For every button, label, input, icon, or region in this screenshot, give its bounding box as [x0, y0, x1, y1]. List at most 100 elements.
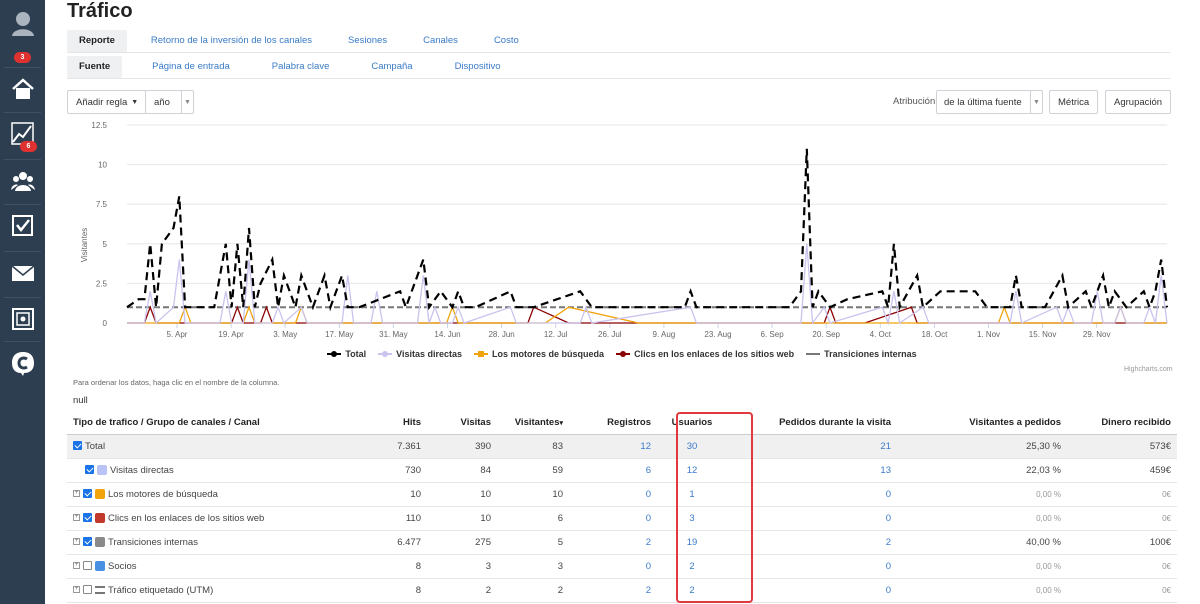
expand-icon[interactable]: +	[73, 586, 80, 594]
column-header[interactable]: Registros	[569, 412, 657, 435]
cell-usuarios[interactable]: 2	[657, 578, 727, 603]
column-header[interactable]: Visitas	[427, 412, 497, 435]
row-checkbox[interactable]	[73, 441, 82, 451]
grouping-button[interactable]: Agrupación	[1105, 90, 1172, 114]
cell-pedidos[interactable]: 0	[727, 554, 897, 579]
cell-usuarios[interactable]: 19	[657, 530, 727, 555]
x-tick-label: 9. Aug	[653, 330, 676, 339]
legend-item[interactable]: Clics en los enlaces de los sitios web	[616, 349, 794, 359]
cell-dinero-value: 0€	[1162, 489, 1171, 499]
column-header[interactable]: Tipo de trafico / Grupo de canales / Can…	[67, 412, 367, 435]
sidebar-item-users[interactable]	[0, 160, 45, 204]
tab-costo[interactable]: Costo	[482, 30, 531, 52]
cell-pedidos[interactable]: 13	[727, 458, 897, 483]
attribution-select[interactable]: de la última fuente ▼	[936, 90, 1043, 114]
row-checkbox[interactable]	[83, 585, 92, 595]
users-icon	[10, 169, 35, 195]
row-checkbox[interactable]	[83, 561, 92, 571]
sidebar: 36	[0, 0, 45, 604]
sidebar-item-user-avatar[interactable]	[0, 0, 45, 45]
y-tick-label: 7.5	[96, 200, 108, 209]
period-select[interactable]: año ▼	[145, 90, 194, 114]
row-checkbox[interactable]	[83, 489, 92, 499]
expand-icon[interactable]: +	[73, 514, 80, 522]
cell-registros[interactable]: 2	[569, 530, 657, 555]
column-header[interactable]: Visitantes a pedidos	[897, 412, 1067, 435]
column-header[interactable]: Pedidos durante la visita	[727, 412, 897, 435]
cell-registros[interactable]: 6	[569, 458, 657, 483]
legend-marker	[474, 349, 489, 359]
sidebar-item-mail[interactable]	[0, 252, 45, 296]
cell-registros[interactable]: 2	[569, 578, 657, 603]
column-header[interactable]: Visitantes▾	[497, 412, 569, 435]
table-row[interactable]: Total 7.361 390 83 12 30 21 25,30 % 573€	[67, 434, 1177, 459]
expand-icon[interactable]: +	[73, 562, 80, 570]
table-row[interactable]: Visitas directas 730 84 59 6 12 13 22,03 % 459€	[67, 458, 1177, 483]
cell-registros[interactable]: 12	[569, 434, 657, 459]
tab-retorno[interactable]: Retorno de la inversión de los canales	[139, 30, 324, 52]
expand-icon[interactable]: +	[73, 490, 80, 498]
cell-usuarios[interactable]: 1	[657, 482, 727, 507]
sidebar-item-home[interactable]	[0, 68, 45, 112]
add-rule-dropdown[interactable]: Añadir regla ▼	[67, 90, 148, 114]
sidebar-item-brand-c[interactable]	[0, 342, 45, 386]
x-tick-label: 12. Jul	[544, 330, 568, 339]
cell-visitas: 275	[427, 530, 497, 555]
cell-pedidos[interactable]: 2	[727, 530, 897, 555]
legend-item[interactable]: Visitas directas	[378, 349, 462, 359]
subtab-campaña[interactable]: Campaña	[359, 56, 424, 78]
cell-visitantes-value: 6	[557, 512, 563, 524]
cell-pedidos[interactable]: 0	[727, 578, 897, 603]
cell-pedidos[interactable]: 0	[727, 506, 897, 531]
cell-hits-value: 7.361	[397, 440, 421, 452]
subtab-página[interactable]: Página de entrada	[140, 56, 242, 78]
legend-item[interactable]: Los motores de búsqueda	[474, 349, 604, 359]
y-tick-label: 12.5	[91, 121, 107, 130]
subtab-palabra[interactable]: Palabra clave	[260, 56, 342, 78]
cell-registros[interactable]: 0	[569, 506, 657, 531]
y-tick-label: 5	[103, 240, 108, 249]
row-checkbox[interactable]	[85, 465, 94, 475]
table-row[interactable]: + Socios 8 3 3 0 2 0 0,00 % 0€	[67, 554, 1177, 579]
legend-item[interactable]: Transiciones internas	[806, 349, 917, 359]
cell-registros[interactable]: 0	[569, 482, 657, 507]
row-checkbox[interactable]	[83, 513, 92, 523]
column-header[interactable]: Usuarios	[657, 412, 727, 435]
cell-hits: 7.361	[367, 434, 427, 459]
metric-button[interactable]: Métrica	[1049, 90, 1099, 114]
caret-down-icon: ▼	[1030, 91, 1042, 113]
legend-item[interactable]: Total	[327, 349, 366, 359]
tab-sesiones[interactable]: Sesiones	[336, 30, 399, 52]
expand-icon[interactable]: +	[73, 538, 80, 546]
cell-pedidos[interactable]: 21	[727, 434, 897, 459]
direct-icon	[97, 464, 107, 475]
table-row[interactable]: + Tráfico etiquetado (UTM) 8 2 2 2 2 0 0,00 % 0€	[67, 578, 1177, 603]
cell-hits-value: 10	[410, 488, 421, 500]
traffic-line-chart: 0 2.5 5 7.5 10 12.5 Visitantes 5. Apr 19. Apr 3. …	[80, 121, 1169, 339]
cell-usuarios[interactable]: 2	[657, 554, 727, 579]
cell-visitantes-value: 10	[552, 488, 563, 500]
row-checkbox[interactable]	[83, 537, 92, 547]
legend-line	[806, 353, 821, 355]
cell-pedidos-value: 0	[885, 512, 891, 524]
table-row[interactable]: + Clics en los enlaces de los sitios web 1…	[67, 506, 1177, 531]
cell-usuarios[interactable]: 3	[657, 506, 727, 531]
cell-registros[interactable]: 0	[569, 554, 657, 579]
table-row[interactable]: + Los motores de búsqueda 10 10 10 0 1 0 0,00 % 0…	[67, 482, 1177, 507]
cell-usuarios[interactable]: 12	[657, 458, 727, 483]
subtab-dispositivo[interactable]: Dispositivo	[443, 56, 513, 78]
tab-canales[interactable]: Canales	[411, 30, 470, 52]
sidebar-item-tasks-checkbox[interactable]	[0, 205, 45, 249]
tab-reporte[interactable]: Reporte	[67, 30, 127, 52]
cell-usuarios[interactable]: 30	[657, 434, 727, 459]
cell-registros-value: 0	[645, 488, 651, 500]
cell-registros-value: 0	[645, 560, 651, 572]
subtab-fuente[interactable]: Fuente	[67, 56, 123, 78]
sidebar-item-safe[interactable]	[0, 298, 45, 342]
cell-pedidos-value: 0	[885, 488, 891, 500]
column-header[interactable]: Dinero recibido	[1067, 412, 1177, 435]
cell-pedidos[interactable]: 0	[727, 482, 897, 507]
column-header[interactable]: Hits	[367, 412, 427, 435]
table-row[interactable]: + Transiciones internas 6.477 275 5 2 19 2 40,00…	[67, 530, 1177, 555]
legend-label: Transiciones internas	[824, 349, 917, 359]
